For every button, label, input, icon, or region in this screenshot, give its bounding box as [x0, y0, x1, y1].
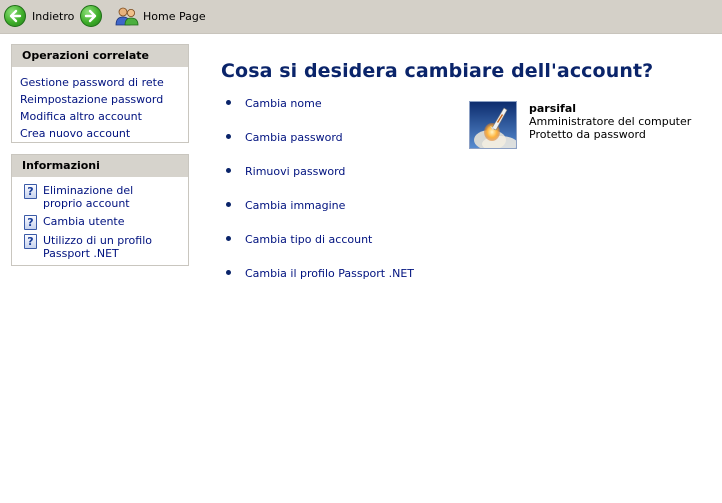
forward-arrow-icon [80, 5, 102, 27]
account-status: Protetto da password [529, 128, 646, 141]
info-item-label: Eliminazione del proprio account [43, 184, 134, 210]
help-icon: ? [24, 184, 37, 199]
bullet-icon [226, 202, 231, 207]
link-create-account[interactable]: Crea nuovo account [20, 127, 130, 140]
related-tasks-title: Operazioni correlate [12, 45, 188, 67]
back-label: Indietro [32, 9, 75, 23]
forward-button[interactable] [80, 4, 102, 28]
page-title: Cosa si desidera cambiare dell'account? [221, 60, 654, 82]
users-icon [115, 6, 139, 26]
home-page-button[interactable]: Home Page [115, 4, 206, 28]
home-page-label: Home Page [143, 9, 206, 23]
task-label: Cambia password [245, 131, 343, 144]
back-button[interactable]: Indietro [4, 4, 74, 28]
task-label: Cambia il profilo Passport .NET [245, 267, 415, 280]
task-label: Cambia nome [245, 97, 322, 110]
task-label: Cambia immagine [245, 199, 346, 212]
toolbar: Indietro Home Page [0, 0, 722, 34]
help-icon: ? [24, 234, 37, 249]
bullet-icon [226, 168, 231, 173]
account-name: parsifal [529, 102, 577, 115]
info-item-label: Cambia utente [43, 215, 125, 228]
link-change-other-account[interactable]: Modifica altro account [20, 110, 142, 123]
bullet-icon [226, 270, 231, 275]
link-reset-password[interactable]: Reimpostazione password [20, 93, 163, 106]
info-panel: Informazioni ? Eliminazione del proprio … [11, 154, 189, 266]
account-type: Amministratore del computer [529, 115, 692, 128]
back-arrow-icon [4, 5, 26, 27]
bullet-icon [226, 236, 231, 241]
help-icon: ? [24, 215, 37, 230]
bullet-icon [226, 100, 231, 105]
account-picture [469, 101, 517, 149]
info-title: Informazioni [12, 155, 188, 177]
related-tasks-panel: Operazioni correlate Gestione password d… [11, 44, 189, 143]
task-label: Cambia tipo di account [245, 233, 373, 246]
bullet-icon [226, 134, 231, 139]
task-label: Rimuovi password [245, 165, 346, 178]
info-item-label: Utilizzo di un profilo Passport .NET [43, 234, 152, 260]
link-network-passwords[interactable]: Gestione password di rete [20, 76, 164, 89]
